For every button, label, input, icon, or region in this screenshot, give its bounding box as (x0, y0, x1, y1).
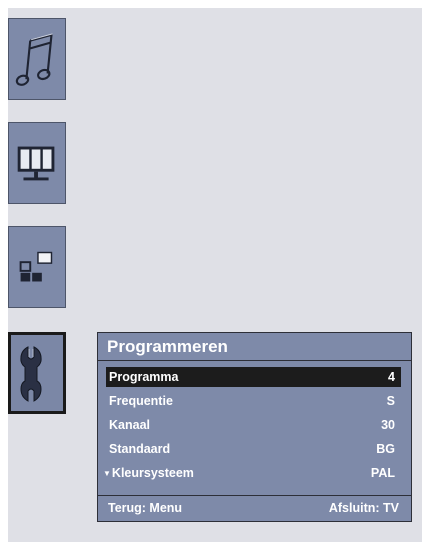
menu-row-programma[interactable]: Programma 4 (106, 367, 401, 387)
sidebar-item-music[interactable] (8, 18, 66, 100)
menu-row-label: Frequentie (109, 394, 173, 408)
menu-row-label: Kanaal (109, 418, 150, 432)
menu-row-label: ▼Kleursysteem (103, 463, 194, 485)
menu-row-label: Standaard (109, 442, 171, 456)
menu-row-label-text: Kleursysteem (111, 466, 194, 480)
sidebar-item-features[interactable] (8, 226, 66, 308)
menu-footer: Terug: Menu Afsluitn: TV (98, 495, 411, 521)
menu-row-value: PAL (370, 466, 395, 480)
tv-screen-icon (17, 146, 55, 181)
music-note-icon (15, 33, 53, 86)
back-hint: Terug: Menu (108, 501, 183, 515)
menu-row-kleursysteem[interactable]: ▼Kleursysteem PAL (103, 463, 401, 485)
menu-row-value: 30 (381, 418, 395, 432)
menu-row-label: Programma (109, 370, 179, 384)
menu-row-value: S (386, 394, 395, 408)
wrench-icon (20, 346, 42, 402)
menu-row-value: 4 (388, 370, 395, 384)
menu-row-value: BG (376, 442, 395, 456)
tv-screen: Programmeren Programma 4 Frequentie S Ka… (8, 8, 422, 542)
sidebar-item-picture[interactable] (8, 122, 66, 204)
menu-row-kanaal[interactable]: Kanaal 30 (106, 415, 401, 435)
menu-row-frequentie[interactable]: Frequentie S (106, 391, 401, 411)
sidebar-item-setup[interactable] (8, 332, 66, 414)
menu-row-standaard[interactable]: Standaard BG (106, 439, 401, 459)
pip-layout-icon (19, 251, 53, 282)
exit-hint: Afsluitn: TV (328, 501, 399, 515)
menu-title: Programmeren (98, 333, 411, 361)
programming-menu: Programmeren Programma 4 Frequentie S Ka… (97, 332, 412, 522)
scroll-down-arrow-icon: ▼ (103, 469, 111, 478)
